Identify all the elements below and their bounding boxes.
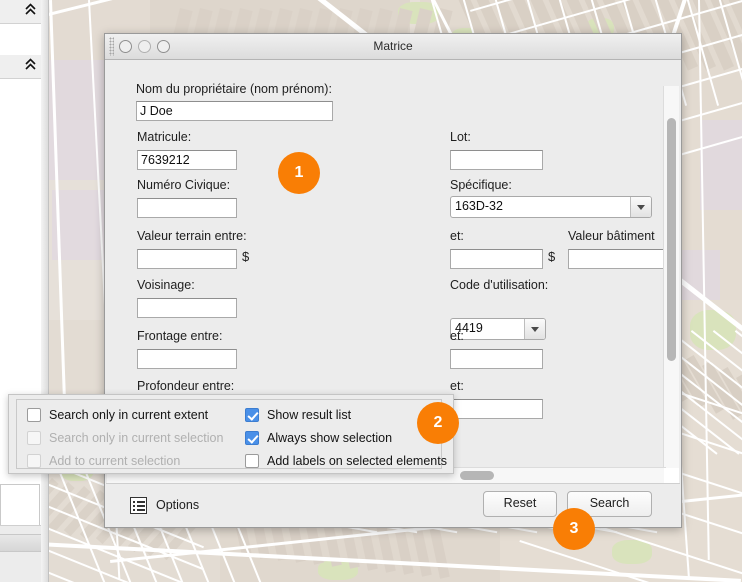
dialog-footer: Options Reset Search xyxy=(106,483,680,526)
checkbox-row-add-labels[interactable]: Add labels on selected elements xyxy=(245,454,447,468)
step-badge-2: 2 xyxy=(417,402,459,444)
checkbox-row-always-show-selection[interactable]: Always show selection xyxy=(245,431,392,445)
options-button[interactable]: Options xyxy=(130,492,199,518)
vertical-scrollbar-thumb[interactable] xyxy=(667,118,676,361)
checkbox-label-add-labels-on-selected-elements: Add labels on selected elements xyxy=(267,454,447,468)
checkbox-search-current-extent[interactable] xyxy=(27,408,41,422)
sidebar-panel-header-2[interactable] xyxy=(0,55,41,79)
chevron-double-up-icon xyxy=(25,3,36,16)
sidebar-panel-body-1 xyxy=(0,24,41,55)
options-label: Options xyxy=(156,498,199,512)
checkbox-label-show-result-list: Show result list xyxy=(267,408,351,422)
scrollbar-corner xyxy=(664,468,679,483)
horizontal-scrollbar-thumb[interactable] xyxy=(460,471,494,480)
sidebar-panel-header-1[interactable] xyxy=(0,0,41,24)
checkbox-label-search-current-selection: Search only in current selection xyxy=(49,431,223,445)
sidebar-splitter[interactable] xyxy=(41,0,49,582)
left-sidebar xyxy=(0,0,42,582)
checkbox-row-search-current-selection: Search only in current selection xyxy=(27,431,223,445)
sidebar-white-box xyxy=(0,484,40,526)
checkbox-search-current-selection xyxy=(27,431,41,445)
chevron-double-up-icon[interactable] xyxy=(25,3,36,20)
chevron-double-up-icon[interactable] xyxy=(25,58,36,75)
checkbox-row-add-to-current-selection: Add to current selection xyxy=(27,454,180,468)
checkbox-label-always-show-selection: Always show selection xyxy=(267,431,392,445)
checkbox-row-search-current-extent[interactable]: Search only in current extent xyxy=(27,408,208,422)
reset-button[interactable]: Reset xyxy=(483,491,557,517)
checkbox-label-search-current-extent: Search only in current extent xyxy=(49,408,208,422)
checkbox-add-labels-on-selected-elements[interactable] xyxy=(245,454,259,468)
vertical-scrollbar[interactable] xyxy=(663,86,679,494)
step-badge-3: 3 xyxy=(553,508,595,550)
sidebar-bottom-panel xyxy=(0,525,41,582)
checkbox-always-show-selection[interactable] xyxy=(245,431,259,445)
checkbox-show-result-list[interactable] xyxy=(245,408,259,422)
list-icon xyxy=(130,497,147,514)
checkbox-row-show-result-list[interactable]: Show result list xyxy=(245,408,351,422)
checkbox-label-add-to-current-selection: Add to current selection xyxy=(49,454,180,468)
search-options-panel: Search only in current extent Search onl… xyxy=(8,394,454,474)
dialog-title: Matrice xyxy=(105,34,681,59)
chevron-double-up-icon xyxy=(25,58,36,71)
search-options-group: Search only in current extent Search onl… xyxy=(16,399,442,469)
checkbox-add-to-current-selection xyxy=(27,454,41,468)
step-badge-1: 1 xyxy=(278,152,320,194)
sidebar-bottom-bar[interactable] xyxy=(0,534,41,552)
dialog-titlebar[interactable]: Matrice xyxy=(105,34,681,60)
